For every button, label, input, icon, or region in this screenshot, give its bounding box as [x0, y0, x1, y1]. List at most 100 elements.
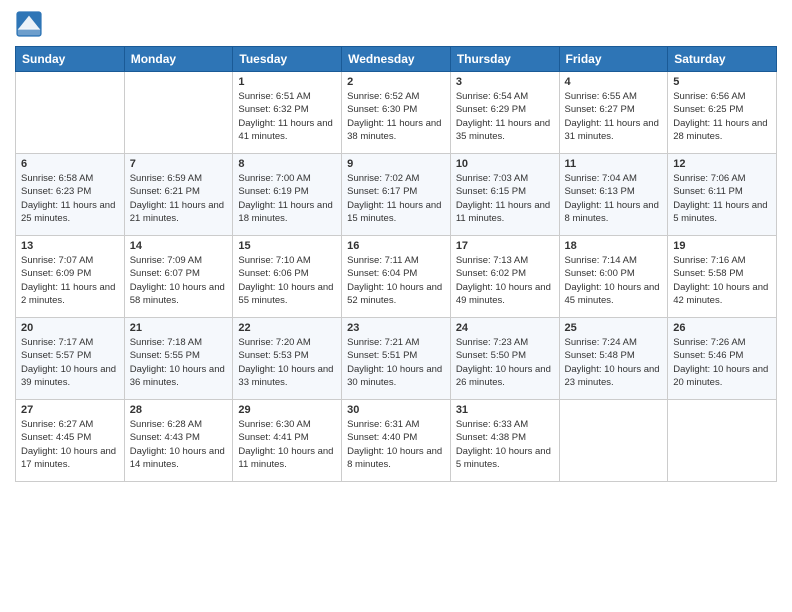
day-number: 2	[347, 76, 445, 88]
calendar-cell: 29 Sunrise: 6:30 AM Sunset: 4:41 PM Dayli…	[233, 400, 342, 482]
week-row-4: 20 Sunrise: 7:17 AM Sunset: 5:57 PM Dayli…	[16, 318, 777, 400]
day-info: Sunrise: 7:20 AM Sunset: 5:53 PM Dayligh…	[238, 336, 336, 389]
day-info: Sunrise: 7:09 AM Sunset: 6:07 PM Dayligh…	[130, 254, 228, 307]
week-row-3: 13 Sunrise: 7:07 AM Sunset: 6:09 PM Dayli…	[16, 236, 777, 318]
day-number: 31	[456, 404, 554, 416]
header	[15, 10, 777, 38]
day-info: Sunrise: 7:26 AM Sunset: 5:46 PM Dayligh…	[673, 336, 771, 389]
day-number: 9	[347, 158, 445, 170]
day-info: Sunrise: 7:07 AM Sunset: 6:09 PM Dayligh…	[21, 254, 119, 307]
day-header-thursday: Thursday	[450, 47, 559, 72]
day-info: Sunrise: 6:51 AM Sunset: 6:32 PM Dayligh…	[238, 90, 336, 143]
day-number: 20	[21, 322, 119, 334]
calendar-cell: 11 Sunrise: 7:04 AM Sunset: 6:13 PM Dayli…	[559, 154, 668, 236]
day-header-sunday: Sunday	[16, 47, 125, 72]
day-info: Sunrise: 7:14 AM Sunset: 6:00 PM Dayligh…	[565, 254, 663, 307]
day-info: Sunrise: 7:11 AM Sunset: 6:04 PM Dayligh…	[347, 254, 445, 307]
day-number: 19	[673, 240, 771, 252]
day-info: Sunrise: 7:16 AM Sunset: 5:58 PM Dayligh…	[673, 254, 771, 307]
calendar-cell	[668, 400, 777, 482]
day-info: Sunrise: 7:04 AM Sunset: 6:13 PM Dayligh…	[565, 172, 663, 225]
day-number: 16	[347, 240, 445, 252]
day-number: 24	[456, 322, 554, 334]
day-info: Sunrise: 7:18 AM Sunset: 5:55 PM Dayligh…	[130, 336, 228, 389]
day-number: 4	[565, 76, 663, 88]
calendar-cell: 27 Sunrise: 6:27 AM Sunset: 4:45 PM Dayli…	[16, 400, 125, 482]
day-number: 30	[347, 404, 445, 416]
calendar-cell: 19 Sunrise: 7:16 AM Sunset: 5:58 PM Dayli…	[668, 236, 777, 318]
day-info: Sunrise: 6:27 AM Sunset: 4:45 PM Dayligh…	[21, 418, 119, 471]
calendar-body: 1Sunrise: 6:51 AM Sunset: 6:32 PM Daylig…	[16, 72, 777, 482]
logo	[15, 10, 47, 38]
day-number: 6	[21, 158, 119, 170]
calendar-cell: 17 Sunrise: 7:13 AM Sunset: 6:02 PM Dayli…	[450, 236, 559, 318]
day-number: 7	[130, 158, 228, 170]
day-info: Sunrise: 7:06 AM Sunset: 6:11 PM Dayligh…	[673, 172, 771, 225]
calendar-cell: 2 Sunrise: 6:52 AM Sunset: 6:30 PM Daylig…	[342, 72, 451, 154]
calendar-cell: 22 Sunrise: 7:20 AM Sunset: 5:53 PM Dayli…	[233, 318, 342, 400]
calendar-cell: 12 Sunrise: 7:06 AM Sunset: 6:11 PM Dayli…	[668, 154, 777, 236]
week-row-2: 6 Sunrise: 6:58 AM Sunset: 6:23 PM Daylig…	[16, 154, 777, 236]
calendar-cell: 7 Sunrise: 6:59 AM Sunset: 6:21 PM Daylig…	[124, 154, 233, 236]
calendar-cell: 30 Sunrise: 6:31 AM Sunset: 4:40 PM Dayli…	[342, 400, 451, 482]
day-number: 13	[21, 240, 119, 252]
calendar-cell: 28 Sunrise: 6:28 AM Sunset: 4:43 PM Dayli…	[124, 400, 233, 482]
day-number: 3	[456, 76, 554, 88]
day-number: 18	[565, 240, 663, 252]
calendar-cell: 25 Sunrise: 7:24 AM Sunset: 5:48 PM Dayli…	[559, 318, 668, 400]
day-number: 14	[130, 240, 228, 252]
day-number: 15	[238, 240, 336, 252]
day-info: Sunrise: 7:10 AM Sunset: 6:06 PM Dayligh…	[238, 254, 336, 307]
day-header-friday: Friday	[559, 47, 668, 72]
calendar-cell	[559, 400, 668, 482]
day-number: 28	[130, 404, 228, 416]
day-info: Sunrise: 6:52 AM Sunset: 6:30 PM Dayligh…	[347, 90, 445, 143]
day-header-saturday: Saturday	[668, 47, 777, 72]
day-info: Sunrise: 6:59 AM Sunset: 6:21 PM Dayligh…	[130, 172, 228, 225]
day-info: Sunrise: 7:17 AM Sunset: 5:57 PM Dayligh…	[21, 336, 119, 389]
week-row-1: 1Sunrise: 6:51 AM Sunset: 6:32 PM Daylig…	[16, 72, 777, 154]
day-number: 25	[565, 322, 663, 334]
day-info: Sunrise: 7:03 AM Sunset: 6:15 PM Dayligh…	[456, 172, 554, 225]
day-number: 29	[238, 404, 336, 416]
calendar-cell: 5Sunrise: 6:56 AM Sunset: 6:25 PM Daylig…	[668, 72, 777, 154]
day-info: Sunrise: 7:21 AM Sunset: 5:51 PM Dayligh…	[347, 336, 445, 389]
logo-icon	[15, 10, 43, 38]
day-number: 12	[673, 158, 771, 170]
day-number: 17	[456, 240, 554, 252]
day-info: Sunrise: 6:28 AM Sunset: 4:43 PM Dayligh…	[130, 418, 228, 471]
day-header-wednesday: Wednesday	[342, 47, 451, 72]
day-info: Sunrise: 7:00 AM Sunset: 6:19 PM Dayligh…	[238, 172, 336, 225]
calendar-cell: 4 Sunrise: 6:55 AM Sunset: 6:27 PM Daylig…	[559, 72, 668, 154]
day-info: Sunrise: 6:31 AM Sunset: 4:40 PM Dayligh…	[347, 418, 445, 471]
day-info: Sunrise: 7:02 AM Sunset: 6:17 PM Dayligh…	[347, 172, 445, 225]
day-number: 10	[456, 158, 554, 170]
day-number: 23	[347, 322, 445, 334]
day-info: Sunrise: 6:30 AM Sunset: 4:41 PM Dayligh…	[238, 418, 336, 471]
day-number: 22	[238, 322, 336, 334]
calendar-cell: 26 Sunrise: 7:26 AM Sunset: 5:46 PM Dayli…	[668, 318, 777, 400]
day-info: Sunrise: 7:23 AM Sunset: 5:50 PM Dayligh…	[456, 336, 554, 389]
calendar-cell: 14 Sunrise: 7:09 AM Sunset: 6:07 PM Dayli…	[124, 236, 233, 318]
calendar-cell	[124, 72, 233, 154]
day-number: 11	[565, 158, 663, 170]
day-info: Sunrise: 6:58 AM Sunset: 6:23 PM Dayligh…	[21, 172, 119, 225]
day-info: Sunrise: 7:24 AM Sunset: 5:48 PM Dayligh…	[565, 336, 663, 389]
calendar-cell: 15 Sunrise: 7:10 AM Sunset: 6:06 PM Dayli…	[233, 236, 342, 318]
calendar-cell: 6 Sunrise: 6:58 AM Sunset: 6:23 PM Daylig…	[16, 154, 125, 236]
calendar-cell: 10 Sunrise: 7:03 AM Sunset: 6:15 PM Dayli…	[450, 154, 559, 236]
day-number: 26	[673, 322, 771, 334]
calendar-cell: 9 Sunrise: 7:02 AM Sunset: 6:17 PM Daylig…	[342, 154, 451, 236]
day-header-monday: Monday	[124, 47, 233, 72]
header-row: SundayMondayTuesdayWednesdayThursdayFrid…	[16, 47, 777, 72]
calendar-cell: 13 Sunrise: 7:07 AM Sunset: 6:09 PM Dayli…	[16, 236, 125, 318]
calendar-cell	[16, 72, 125, 154]
day-info: Sunrise: 7:13 AM Sunset: 6:02 PM Dayligh…	[456, 254, 554, 307]
day-number: 27	[21, 404, 119, 416]
calendar-table: SundayMondayTuesdayWednesdayThursdayFrid…	[15, 46, 777, 482]
day-info: Sunrise: 6:56 AM Sunset: 6:25 PM Dayligh…	[673, 90, 771, 143]
day-info: Sunrise: 6:33 AM Sunset: 4:38 PM Dayligh…	[456, 418, 554, 471]
day-header-tuesday: Tuesday	[233, 47, 342, 72]
day-info: Sunrise: 6:55 AM Sunset: 6:27 PM Dayligh…	[565, 90, 663, 143]
calendar-cell: 20 Sunrise: 7:17 AM Sunset: 5:57 PM Dayli…	[16, 318, 125, 400]
